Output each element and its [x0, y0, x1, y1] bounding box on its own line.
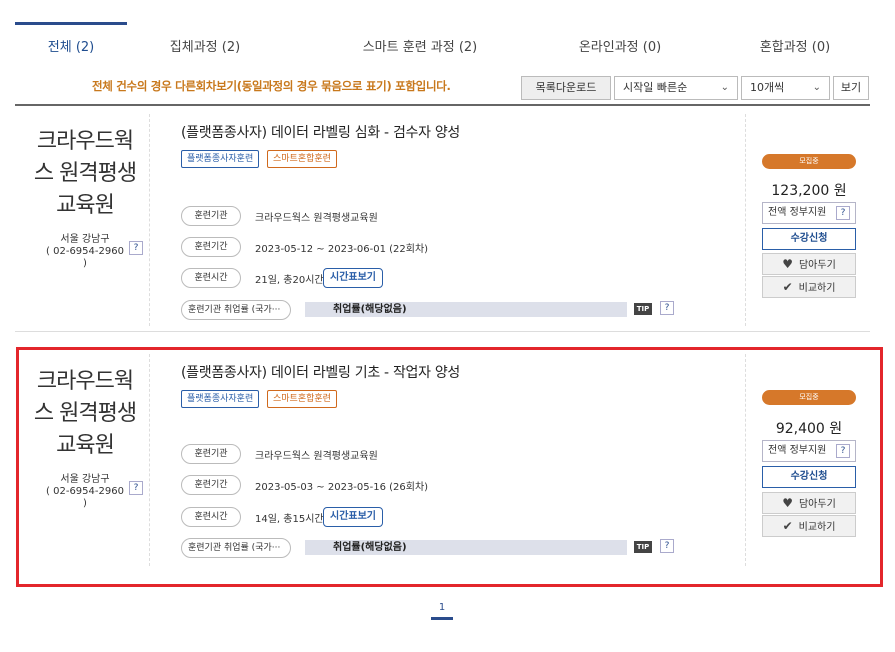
tab-online-course[interactable]: 온라인과정 (0): [560, 22, 680, 70]
label-training-time: 훈련시간: [181, 268, 241, 288]
chevron-down-icon: ⌄: [720, 82, 729, 93]
label-training-period: 훈련기간: [181, 475, 241, 495]
list-download-button[interactable]: 목록다운로드: [521, 76, 611, 100]
org-name[interactable]: 크라우드웍스 원격평생교육원: [29, 126, 141, 222]
full-government-support[interactable]: 전액 정부지원 ?: [762, 440, 856, 462]
course-card: 크라우드웍스 원격평생교육원 서울 강남구 ( 02-6954-2960 ) ?…: [15, 348, 870, 572]
wishlist-label: 담아두기: [798, 499, 836, 510]
label-training-org: 훈련기관: [181, 206, 241, 226]
heart-icon: ♥: [782, 496, 793, 510]
employment-help-icon[interactable]: ?: [660, 539, 674, 553]
tab-smart-training[interactable]: 스마트 훈련 과정 (2): [335, 22, 505, 70]
full-government-support[interactable]: 전액 정부지원 ?: [762, 202, 856, 224]
status-badge: 모집중: [762, 154, 856, 169]
course-price: 92,400 원: [775, 421, 843, 437]
page-size-select[interactable]: 10개씩 ⌄: [741, 76, 830, 100]
org-name[interactable]: 크라우드웍스 원격평생교육원: [29, 366, 141, 462]
column-divider: [745, 354, 746, 566]
apply-button[interactable]: 수강신청: [762, 466, 856, 488]
tab-all[interactable]: 전체 (2): [15, 22, 127, 70]
label-employment-rate: 훈련기관 취업률 (국가···: [181, 538, 291, 558]
column-divider: [745, 114, 746, 326]
view-schedule-button[interactable]: 시간표보기: [323, 268, 383, 288]
wishlist-label: 담아두기: [798, 260, 836, 271]
course-price: 123,200 원: [771, 183, 847, 199]
status-badge: 모집중: [762, 390, 856, 405]
card-divider: [15, 331, 870, 332]
course-type-tabs: 전체 (2) 집체과정 (2) 스마트 훈련 과정 (2) 온라인과정 (0) …: [15, 22, 870, 70]
tab-group-course[interactable]: 집체과정 (2): [145, 22, 265, 70]
employment-help-icon[interactable]: ?: [660, 301, 674, 315]
platform-worker-badge: 플랫폼종사자훈련: [181, 390, 260, 408]
org-column: 크라우드웍스 원격평생교육원 서울 강남구 ( 02-6954-2960 ) ?: [15, 108, 149, 332]
count-notice: 전체 건수의 경우 다른회차보기(동일과정의 경우 묶음으로 표기) 포함입니다…: [92, 79, 451, 93]
wishlist-button[interactable]: ♥ 담아두기: [762, 253, 856, 275]
column-divider: [149, 354, 150, 566]
training-time-value: 14일, 총15시간: [255, 514, 324, 525]
training-period-value: 2023-05-03 ~ 2023-05-16 (26회차): [255, 482, 429, 493]
page-size-select-value: 10개씩: [750, 81, 785, 94]
support-label: 전액 정부지원: [768, 207, 827, 218]
course-title[interactable]: (플랫폼종사자) 데이터 라벨링 심화 - 검수자 양성: [181, 122, 460, 142]
heart-icon: ♥: [782, 257, 793, 271]
view-schedule-button[interactable]: 시간표보기: [323, 507, 383, 527]
org-phone: ( 02-6954-2960 ): [46, 486, 124, 509]
smart-blended-badge: 스마트혼합훈련: [267, 390, 337, 408]
course-title[interactable]: (플랫폼종사자) 데이터 라벨링 기초 - 작업자 양성: [181, 362, 460, 382]
tip-badge[interactable]: TIP: [634, 303, 652, 315]
training-org-value: 크라우드웍스 원격평생교육원: [255, 451, 378, 462]
employment-rate-bar: 취업률(해당없음): [305, 540, 627, 555]
compare-button[interactable]: ✔ 비교하기: [762, 515, 856, 537]
training-time-value: 21일, 총20시간: [255, 275, 324, 286]
org-region: 서울 강남구: [60, 474, 110, 485]
support-label: 전액 정부지원: [768, 445, 827, 456]
label-training-org: 훈련기관: [181, 444, 241, 464]
wishlist-button[interactable]: ♥ 담아두기: [762, 492, 856, 514]
compare-label: 비교하기: [798, 522, 836, 533]
org-help-icon[interactable]: ?: [129, 481, 143, 495]
compare-button[interactable]: ✔ 비교하기: [762, 276, 856, 298]
label-training-time: 훈련시간: [181, 507, 241, 527]
sort-select-value: 시작일 빠른순: [623, 81, 688, 94]
tab-blended-course[interactable]: 혼합과정 (0): [735, 22, 855, 70]
smart-blended-badge: 스마트혼합훈련: [267, 150, 337, 168]
support-help-icon[interactable]: ?: [836, 444, 850, 458]
check-icon: ✔: [782, 280, 793, 294]
chevron-down-icon: ⌄: [812, 82, 821, 93]
org-location: 서울 강남구 ( 02-6954-2960 ): [45, 474, 125, 510]
platform-worker-badge: 플랫폼종사자훈련: [181, 150, 260, 168]
label-employment-rate: 훈련기관 취업률 (국가···: [181, 300, 291, 320]
sort-select[interactable]: 시작일 빠른순 ⌄: [614, 76, 738, 100]
training-period-value: 2023-05-12 ~ 2023-06-01 (22회차): [255, 244, 429, 255]
view-button[interactable]: 보기: [833, 76, 869, 100]
support-help-icon[interactable]: ?: [836, 206, 850, 220]
compare-label: 비교하기: [798, 283, 836, 294]
list-top-divider: [15, 104, 870, 106]
org-column: 크라우드웍스 원격평생교육원 서울 강남구 ( 02-6954-2960 ) ?: [15, 348, 149, 572]
column-divider: [149, 114, 150, 326]
employment-rate-bar: 취업률(해당없음): [305, 302, 627, 317]
org-help-icon[interactable]: ?: [129, 241, 143, 255]
org-region: 서울 강남구: [60, 234, 110, 245]
label-training-period: 훈련기간: [181, 237, 241, 257]
training-org-value: 크라우드웍스 원격평생교육원: [255, 213, 378, 224]
org-location: 서울 강남구 ( 02-6954-2960 ): [45, 234, 125, 270]
apply-button[interactable]: 수강신청: [762, 228, 856, 250]
pagination-page-1[interactable]: 1: [431, 600, 453, 620]
check-icon: ✔: [782, 519, 793, 533]
org-phone: ( 02-6954-2960 ): [46, 246, 124, 269]
course-card: 크라우드웍스 원격평생교육원 서울 강남구 ( 02-6954-2960 ) ?…: [15, 108, 870, 332]
tip-badge[interactable]: TIP: [634, 541, 652, 553]
